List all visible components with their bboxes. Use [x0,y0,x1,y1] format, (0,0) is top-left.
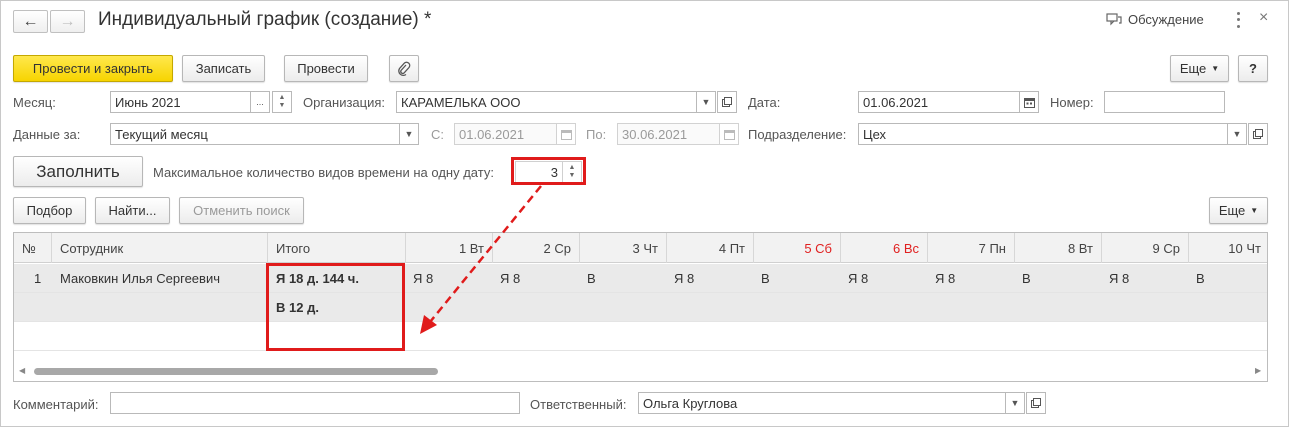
responsible-label: Ответственный: [530,397,627,412]
annotation-arrow [420,185,542,334]
responsible-dropdown-button[interactable]: ▼ [1005,392,1025,414]
open-icon [1031,398,1041,408]
comment-field[interactable] [110,392,520,414]
comment-label: Комментарий: [13,397,99,412]
responsible-open-button[interactable] [1026,392,1046,414]
responsible-field[interactable]: Ольга Круглова [638,392,1006,414]
